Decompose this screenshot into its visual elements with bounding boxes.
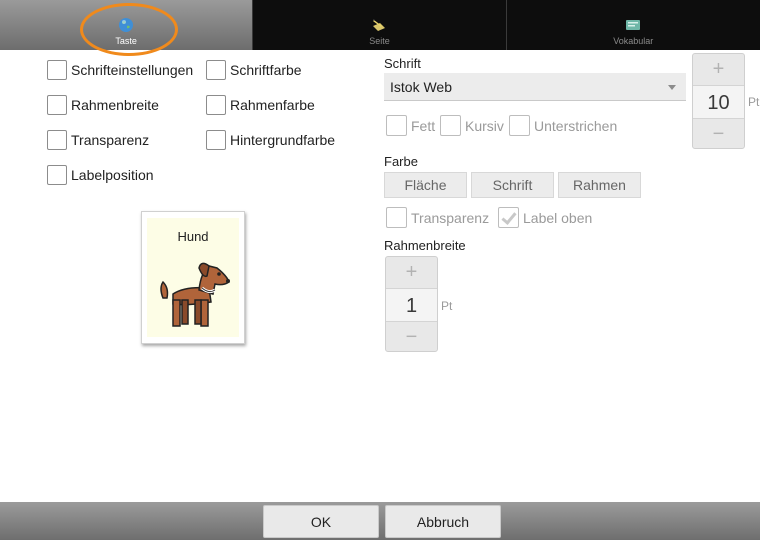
option-rahmenfarbe[interactable]: Rahmenfarbe bbox=[206, 95, 315, 115]
option-label: Schriftfarbe bbox=[230, 62, 302, 78]
page-pen-icon bbox=[373, 19, 386, 31]
label-top-option[interactable]: Label oben bbox=[498, 207, 592, 228]
symbol-preview: Hund bbox=[141, 211, 245, 344]
checkbox[interactable] bbox=[206, 95, 226, 115]
preview-label: Hund bbox=[177, 229, 209, 244]
font-style-italic[interactable]: Kursiv bbox=[440, 115, 504, 136]
fill-color-button[interactable]: Fläche bbox=[384, 172, 467, 198]
font-style-underline[interactable]: Unterstrichen bbox=[509, 115, 617, 136]
color-section-title: Farbe bbox=[384, 154, 418, 169]
font-family-select[interactable]: Istok Web bbox=[384, 73, 686, 101]
option-schriftfarbe[interactable]: Schriftfarbe bbox=[206, 60, 302, 80]
globe-icon bbox=[119, 18, 134, 32]
font-section-title: Schrift bbox=[384, 56, 421, 71]
font-size-value: 10 bbox=[693, 85, 744, 119]
preview-background: Hund bbox=[147, 218, 239, 337]
border-width-value: 1 bbox=[386, 288, 437, 322]
checkbox[interactable] bbox=[386, 207, 407, 228]
tab-label: Seite bbox=[369, 36, 390, 46]
checkbox[interactable] bbox=[47, 95, 67, 115]
transparency-option[interactable]: Transparenz bbox=[386, 207, 489, 228]
border-width-unit: Pt bbox=[441, 299, 453, 313]
dropdown-arrow-icon bbox=[668, 85, 676, 90]
tab-seite[interactable]: Seite bbox=[253, 0, 507, 50]
option-transparenz[interactable]: Transparenz bbox=[47, 130, 149, 150]
option-label: Rahmenfarbe bbox=[230, 97, 315, 113]
font-color-button[interactable]: Schrift bbox=[471, 172, 554, 198]
border-section-title: Rahmenbreite bbox=[384, 238, 466, 253]
tab-label: Taste bbox=[115, 36, 137, 46]
vocabulary-icon bbox=[626, 20, 641, 30]
tab-vokabular[interactable]: Vokabular bbox=[507, 0, 760, 50]
font-size-stepper[interactable]: + 10 − bbox=[692, 53, 745, 149]
option-label: Schrifteinstellungen bbox=[71, 62, 194, 78]
option-rahmenbreite[interactable]: Rahmenbreite bbox=[47, 95, 159, 115]
option-labelposition[interactable]: Labelposition bbox=[47, 165, 154, 185]
option-label: Hintergrundfarbe bbox=[230, 132, 336, 148]
checkbox[interactable] bbox=[206, 60, 226, 80]
border-width-stepper[interactable]: + 1 − bbox=[385, 256, 438, 352]
border-width-decrease-button[interactable]: − bbox=[386, 322, 437, 352]
checkbox[interactable] bbox=[47, 165, 67, 185]
tab-taste[interactable]: Taste bbox=[0, 0, 254, 50]
style-label: Fett bbox=[411, 117, 436, 134]
option-label: Rahmenbreite bbox=[71, 97, 159, 113]
checkbox[interactable] bbox=[47, 130, 67, 150]
button-settings-screen: Taste Seite Vokabular Schrifteinstellung… bbox=[0, 0, 760, 540]
checkbox[interactable] bbox=[509, 115, 530, 136]
option-label: Label oben bbox=[523, 209, 593, 226]
font-family-value: Istok Web bbox=[390, 79, 452, 95]
ok-button[interactable]: OK bbox=[263, 505, 379, 538]
checkbox[interactable] bbox=[47, 60, 67, 80]
font-size-increase-button[interactable]: + bbox=[693, 54, 744, 84]
style-label: Unterstrichen bbox=[534, 117, 618, 134]
option-label: Labelposition bbox=[71, 167, 154, 183]
checkbox[interactable] bbox=[440, 115, 461, 136]
option-schrifteinstellungen[interactable]: Schrifteinstellungen bbox=[47, 60, 193, 80]
font-size-decrease-button[interactable]: − bbox=[693, 119, 744, 149]
cancel-button[interactable]: Abbruch bbox=[385, 505, 501, 538]
style-label: Kursiv bbox=[465, 117, 504, 134]
checkbox[interactable] bbox=[206, 130, 226, 150]
border-width-increase-button[interactable]: + bbox=[386, 257, 437, 287]
font-style-bold[interactable]: Fett bbox=[386, 115, 435, 136]
dog-icon bbox=[160, 262, 230, 327]
option-label: Transparenz bbox=[71, 132, 150, 148]
bottom-bar bbox=[0, 502, 760, 540]
tab-label: Vokabular bbox=[613, 36, 654, 46]
option-label: Transparenz bbox=[411, 209, 490, 226]
checkbox-checked[interactable] bbox=[498, 207, 519, 228]
border-color-button[interactable]: Rahmen bbox=[558, 172, 641, 198]
font-size-unit: Pt bbox=[748, 95, 760, 109]
checkbox[interactable] bbox=[386, 115, 407, 136]
tab-bar: Taste Seite Vokabular bbox=[0, 0, 760, 50]
option-hintergrundfarbe[interactable]: Hintergrundfarbe bbox=[206, 130, 335, 150]
